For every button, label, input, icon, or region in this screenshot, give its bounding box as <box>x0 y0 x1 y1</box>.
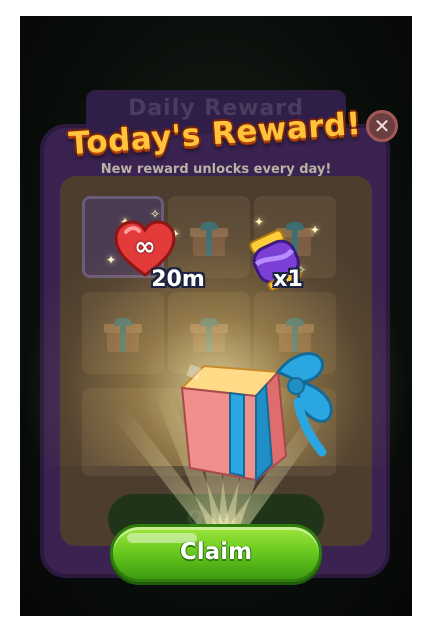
sparkle-icon: ✧ <box>150 207 161 221</box>
sparkle-icon: ✦ <box>310 223 321 237</box>
potion-reward-amount: x1 <box>273 267 303 292</box>
infinity-symbol: ∞ <box>134 232 156 262</box>
game-screen: Daily Reward Open Today's Reward! New re… <box>20 16 412 616</box>
close-button[interactable]: ✕ <box>366 110 398 142</box>
claim-button-label: Claim <box>179 539 253 565</box>
dialog-subtitle: New reward unlocks every day! <box>100 162 332 177</box>
open-gift-box-icon <box>179 352 333 483</box>
close-icon: ✕ <box>373 114 391 138</box>
claim-button[interactable]: Claim <box>110 524 322 582</box>
lives-reward-amount: 20m <box>151 267 205 292</box>
